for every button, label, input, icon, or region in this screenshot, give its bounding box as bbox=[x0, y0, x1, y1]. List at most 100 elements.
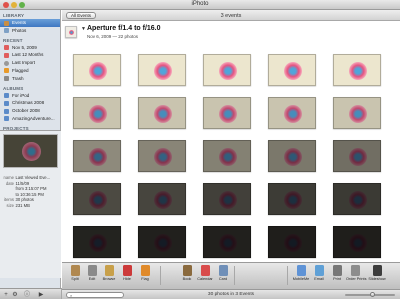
play-slideshow-icon[interactable]: ▶ bbox=[38, 292, 44, 298]
flower-image bbox=[219, 234, 237, 252]
sidebar-item-trash[interactable]: Trash bbox=[0, 75, 60, 83]
flower-image bbox=[219, 105, 237, 123]
sidebar-item-for-ipod[interactable]: For iPod bbox=[0, 92, 60, 100]
add-icon[interactable]: + bbox=[3, 292, 9, 298]
flower-image bbox=[349, 62, 367, 80]
sidebar-item-label: Last Import bbox=[12, 60, 35, 66]
photo-thumbnail[interactable] bbox=[268, 54, 316, 86]
photo-thumbnail[interactable] bbox=[333, 183, 381, 215]
toolbar-label: Hide bbox=[123, 277, 131, 281]
disclosure-triangle-icon[interactable]: ▼ bbox=[81, 26, 86, 32]
slideshow-button[interactable]: Slideshow bbox=[368, 265, 386, 281]
sidebar-item-label: AmazingAdventure... bbox=[12, 115, 55, 121]
card-button[interactable]: Card bbox=[214, 265, 232, 281]
calendar-button[interactable]: Calendar bbox=[196, 265, 214, 281]
info-value: Last Viewed Eve... bbox=[15, 175, 51, 180]
sidebar-item-label: Last 12 Months bbox=[12, 52, 44, 58]
flower-image bbox=[219, 148, 237, 166]
sidebar-item-label: Photos bbox=[12, 27, 27, 33]
flower-image bbox=[154, 234, 172, 252]
sidebar-item-photos[interactable]: Photos bbox=[0, 27, 60, 35]
flower-image bbox=[349, 148, 367, 166]
flower-image bbox=[89, 148, 107, 166]
photo-thumbnail[interactable] bbox=[138, 54, 186, 86]
flower-image bbox=[349, 105, 367, 123]
flag-button[interactable]: Flag bbox=[136, 265, 154, 281]
slideshow-icon bbox=[372, 265, 382, 276]
photo-thumbnail[interactable] bbox=[138, 140, 186, 172]
toolbar-label: Email bbox=[314, 277, 324, 281]
flower-image bbox=[154, 62, 172, 80]
albums-list: For iPod Christmas 2008 October 2008 Amazin… bbox=[0, 92, 60, 123]
order-prints-button[interactable]: Order Prints bbox=[346, 265, 366, 281]
photo-thumbnail[interactable] bbox=[73, 183, 121, 215]
photo-thumbnail[interactable] bbox=[138, 226, 186, 258]
flower-image bbox=[154, 105, 172, 123]
photo-thumbnail[interactable] bbox=[73, 54, 121, 86]
sidebar-item-label: Events bbox=[12, 20, 27, 25]
event-title[interactable]: Aperture f/1.4 to f/16.0 bbox=[87, 25, 161, 32]
sidebar-item-flagged[interactable]: Flagged bbox=[0, 67, 60, 75]
photo-thumbnail[interactable] bbox=[203, 226, 251, 258]
photo-thumbnail[interactable] bbox=[333, 226, 381, 258]
window-title: iPhoto bbox=[191, 1, 209, 7]
split-icon bbox=[70, 265, 80, 276]
photo-thumbnail[interactable] bbox=[203, 97, 251, 129]
print-button[interactable]: Print bbox=[328, 265, 346, 281]
photo-thumbnail[interactable] bbox=[73, 140, 121, 172]
photo-thumbnail[interactable] bbox=[203, 183, 251, 215]
zoom-slider[interactable] bbox=[345, 292, 395, 297]
flag-icon bbox=[140, 265, 150, 276]
photo-thumbnail[interactable] bbox=[268, 140, 316, 172]
photo-thumbnail[interactable] bbox=[203, 140, 251, 172]
photo-thumbnail[interactable] bbox=[73, 97, 121, 129]
gear-icon[interactable]: ⚙ bbox=[12, 292, 18, 298]
sidebar-item-last-12-months[interactable]: Last 12 Months bbox=[0, 51, 60, 59]
photo-thumbnail[interactable] bbox=[138, 183, 186, 215]
photo-thumbnail[interactable] bbox=[203, 54, 251, 86]
photo-thumbnail[interactable] bbox=[268, 226, 316, 258]
event-key-icon[interactable] bbox=[65, 26, 77, 38]
photo-thumbnail[interactable] bbox=[333, 97, 381, 129]
sidebar-item-label: Trash bbox=[12, 75, 24, 81]
info-pane: name Last Viewed Eve... date 11/5/09 from 3:… bbox=[0, 130, 61, 278]
photo-thumbnail[interactable] bbox=[268, 183, 316, 215]
recent-header: RECENT bbox=[3, 37, 23, 43]
title-bar: iPhoto bbox=[0, 0, 400, 10]
card-icon bbox=[218, 265, 228, 276]
info-icon[interactable]: ⓘ bbox=[24, 292, 30, 298]
toolbar-label: Calendar bbox=[197, 277, 213, 281]
sidebar-item-nov-5-2009[interactable]: Nov 5, 2009 bbox=[0, 44, 60, 52]
split-button[interactable]: Split bbox=[66, 265, 84, 281]
email-icon bbox=[314, 265, 324, 276]
email-button[interactable]: Email bbox=[310, 265, 328, 281]
info-key: size bbox=[6, 202, 14, 208]
photo-thumbnail[interactable] bbox=[333, 54, 381, 86]
flower-image bbox=[219, 62, 237, 80]
photo-thumbnail[interactable] bbox=[333, 140, 381, 172]
zoom-slider-knob[interactable] bbox=[369, 292, 375, 297]
sidebar-item-amazingadventure[interactable]: AmazingAdventure... bbox=[0, 115, 60, 123]
toolbar-label: Book bbox=[182, 277, 192, 281]
flower-image bbox=[89, 62, 107, 80]
hide-button[interactable]: Hide bbox=[118, 265, 136, 281]
sidebar-item-christmas-2008[interactable]: Christmas 2008 bbox=[0, 99, 60, 107]
info-value: 11/5/09 bbox=[15, 180, 30, 186]
sidebar-item-october-2008[interactable]: October 2008 bbox=[0, 107, 60, 115]
photo-thumbnail[interactable] bbox=[73, 226, 121, 258]
flower-image bbox=[89, 105, 107, 123]
info-value: from 3:15:07 PM bbox=[15, 186, 47, 192]
photo-thumbnail[interactable] bbox=[138, 97, 186, 129]
sidebar-item-label: Flagged bbox=[12, 67, 29, 73]
toolbar-label: Slideshow bbox=[368, 277, 386, 281]
browse-button[interactable]: Browse bbox=[100, 265, 118, 281]
albums-header: ALBUMS bbox=[3, 85, 24, 91]
photo-thumbnail[interactable] bbox=[268, 97, 316, 129]
toolbar-label: MobileMe bbox=[292, 277, 310, 281]
sidebar-item-label: Christmas 2008 bbox=[12, 100, 45, 106]
edit-button[interactable]: Edit bbox=[83, 265, 101, 281]
mobileme-button[interactable]: MobileMe bbox=[292, 265, 310, 281]
sidebar-item-last-import[interactable]: Last Import bbox=[0, 59, 60, 67]
sidebar-item-events[interactable]: Events bbox=[0, 19, 60, 27]
book-button[interactable]: Book bbox=[178, 265, 196, 281]
